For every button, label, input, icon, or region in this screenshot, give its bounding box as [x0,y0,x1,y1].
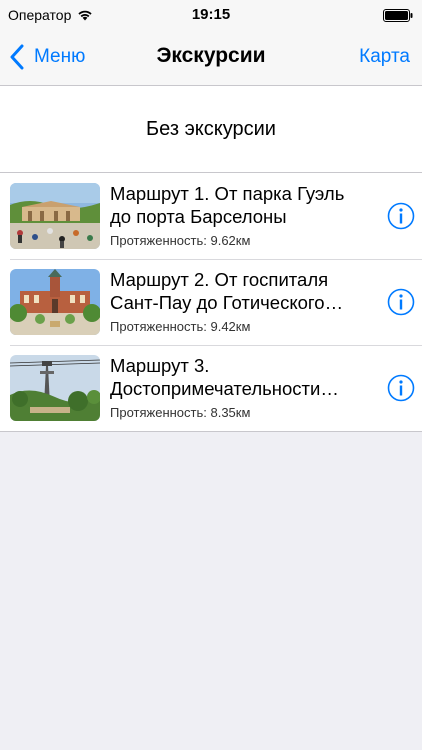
route-length: Протяженность: 9.62км [110,233,251,248]
route-list: Маршрут 1. От парка Гуэль до порта Барсе… [0,173,422,432]
info-icon[interactable] [387,374,415,402]
map-button[interactable]: Карта [359,46,410,68]
no-excursion-label: Без экскурсии [146,117,276,140]
route-title: Маршрут 3. Достопримечательности Монжуик… [110,355,321,399]
route-item[interactable]: Маршрут 2. От госпиталя Сант-Пау до Готи… [0,259,422,345]
route-item[interactable]: Маршрут 1. От парка Гуэль до порта Барсе… [0,173,422,259]
no-excursion-option[interactable]: Без экскурсии [0,86,422,173]
route-length: Протяженность: 9.42км [110,319,251,334]
sant-pau-hospital-photo-icon [10,269,100,335]
route-length: Протяженность: 8.35км [110,405,251,420]
route-title: Маршрут 2. От госпиталя Сант-Пау до Готи… [110,269,329,313]
navigation-bar: Меню Экскурсии Карта [0,30,422,86]
status-bar: Оператор 19:15 [0,0,422,30]
route-title: Маршрут 1. От парка Гуэль до порта Барсе… [110,183,345,227]
park-guell-photo-icon [10,183,100,249]
status-time: 19:15 [191,6,231,23]
info-icon[interactable] [387,202,415,230]
info-icon[interactable] [387,288,415,316]
montjuic-cable-car-photo-icon [10,355,100,421]
battery-icon [383,9,413,22]
route-item[interactable]: Маршрут 3. Достопримечательности Монжуик… [0,345,422,431]
